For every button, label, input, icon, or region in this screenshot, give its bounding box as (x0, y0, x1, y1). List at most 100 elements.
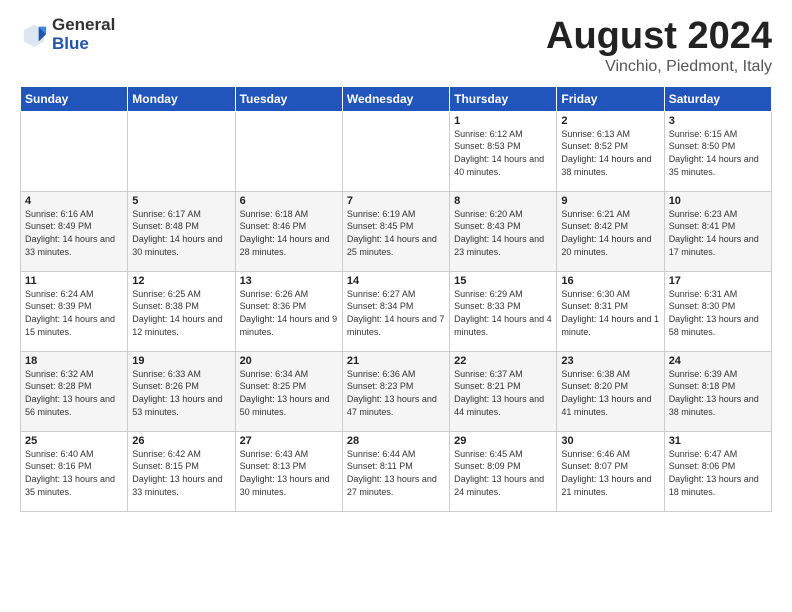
calendar-day-header-sunday: Sunday (21, 86, 128, 111)
calendar-cell: 6Sunrise: 6:18 AM Sunset: 8:46 PM Daylig… (235, 191, 342, 271)
cell-content: Sunrise: 6:45 AM Sunset: 8:09 PM Dayligh… (454, 448, 552, 498)
day-number: 12 (132, 275, 230, 287)
cell-content: Sunrise: 6:42 AM Sunset: 8:15 PM Dayligh… (132, 448, 230, 498)
day-number: 9 (561, 195, 659, 207)
day-number: 4 (25, 195, 123, 207)
logo: General Blue (20, 16, 115, 53)
cell-content: Sunrise: 6:19 AM Sunset: 8:45 PM Dayligh… (347, 208, 445, 258)
cell-content: Sunrise: 6:13 AM Sunset: 8:52 PM Dayligh… (561, 128, 659, 178)
cell-content: Sunrise: 6:21 AM Sunset: 8:42 PM Dayligh… (561, 208, 659, 258)
calendar-cell: 15Sunrise: 6:29 AM Sunset: 8:33 PM Dayli… (450, 271, 557, 351)
day-number: 22 (454, 355, 552, 367)
cell-content: Sunrise: 6:16 AM Sunset: 8:49 PM Dayligh… (25, 208, 123, 258)
day-number: 20 (240, 355, 338, 367)
calendar-header-row: SundayMondayTuesdayWednesdayThursdayFrid… (21, 86, 772, 111)
day-number: 1 (454, 115, 552, 127)
calendar-cell: 20Sunrise: 6:34 AM Sunset: 8:25 PM Dayli… (235, 351, 342, 431)
day-number: 16 (561, 275, 659, 287)
day-number: 13 (240, 275, 338, 287)
calendar-week-row: 11Sunrise: 6:24 AM Sunset: 8:39 PM Dayli… (21, 271, 772, 351)
calendar-week-row: 1Sunrise: 6:12 AM Sunset: 8:53 PM Daylig… (21, 111, 772, 191)
calendar-cell: 11Sunrise: 6:24 AM Sunset: 8:39 PM Dayli… (21, 271, 128, 351)
calendar-week-row: 4Sunrise: 6:16 AM Sunset: 8:49 PM Daylig… (21, 191, 772, 271)
calendar-cell: 29Sunrise: 6:45 AM Sunset: 8:09 PM Dayli… (450, 431, 557, 511)
day-number: 8 (454, 195, 552, 207)
page: General Blue August 2024 Vinchio, Piedmo… (0, 0, 792, 522)
cell-content: Sunrise: 6:17 AM Sunset: 8:48 PM Dayligh… (132, 208, 230, 258)
day-number: 11 (25, 275, 123, 287)
day-number: 17 (669, 275, 767, 287)
day-number: 15 (454, 275, 552, 287)
day-number: 27 (240, 435, 338, 447)
calendar-day-header-tuesday: Tuesday (235, 86, 342, 111)
calendar-cell: 23Sunrise: 6:38 AM Sunset: 8:20 PM Dayli… (557, 351, 664, 431)
day-number: 3 (669, 115, 767, 127)
day-number: 2 (561, 115, 659, 127)
cell-content: Sunrise: 6:25 AM Sunset: 8:38 PM Dayligh… (132, 288, 230, 338)
cell-content: Sunrise: 6:20 AM Sunset: 8:43 PM Dayligh… (454, 208, 552, 258)
calendar-cell: 28Sunrise: 6:44 AM Sunset: 8:11 PM Dayli… (342, 431, 449, 511)
location-subtitle: Vinchio, Piedmont, Italy (546, 58, 772, 76)
calendar-cell: 31Sunrise: 6:47 AM Sunset: 8:06 PM Dayli… (664, 431, 771, 511)
calendar-cell: 17Sunrise: 6:31 AM Sunset: 8:30 PM Dayli… (664, 271, 771, 351)
calendar-week-row: 25Sunrise: 6:40 AM Sunset: 8:16 PM Dayli… (21, 431, 772, 511)
day-number: 18 (25, 355, 123, 367)
calendar-cell: 13Sunrise: 6:26 AM Sunset: 8:36 PM Dayli… (235, 271, 342, 351)
cell-content: Sunrise: 6:34 AM Sunset: 8:25 PM Dayligh… (240, 368, 338, 418)
calendar-day-header-thursday: Thursday (450, 86, 557, 111)
calendar-cell: 5Sunrise: 6:17 AM Sunset: 8:48 PM Daylig… (128, 191, 235, 271)
cell-content: Sunrise: 6:43 AM Sunset: 8:13 PM Dayligh… (240, 448, 338, 498)
calendar-week-row: 18Sunrise: 6:32 AM Sunset: 8:28 PM Dayli… (21, 351, 772, 431)
calendar-cell (21, 111, 128, 191)
calendar-cell: 4Sunrise: 6:16 AM Sunset: 8:49 PM Daylig… (21, 191, 128, 271)
calendar-cell: 24Sunrise: 6:39 AM Sunset: 8:18 PM Dayli… (664, 351, 771, 431)
cell-content: Sunrise: 6:31 AM Sunset: 8:30 PM Dayligh… (669, 288, 767, 338)
calendar-cell: 7Sunrise: 6:19 AM Sunset: 8:45 PM Daylig… (342, 191, 449, 271)
calendar-day-header-friday: Friday (557, 86, 664, 111)
calendar-cell: 1Sunrise: 6:12 AM Sunset: 8:53 PM Daylig… (450, 111, 557, 191)
calendar-cell: 12Sunrise: 6:25 AM Sunset: 8:38 PM Dayli… (128, 271, 235, 351)
calendar-cell: 2Sunrise: 6:13 AM Sunset: 8:52 PM Daylig… (557, 111, 664, 191)
logo-text: General Blue (52, 16, 115, 53)
cell-content: Sunrise: 6:44 AM Sunset: 8:11 PM Dayligh… (347, 448, 445, 498)
calendar-day-header-saturday: Saturday (664, 86, 771, 111)
logo-general-text: General (52, 16, 115, 35)
calendar-cell: 18Sunrise: 6:32 AM Sunset: 8:28 PM Dayli… (21, 351, 128, 431)
title-block: August 2024 Vinchio, Piedmont, Italy (546, 16, 772, 76)
cell-content: Sunrise: 6:24 AM Sunset: 8:39 PM Dayligh… (25, 288, 123, 338)
calendar-cell: 21Sunrise: 6:36 AM Sunset: 8:23 PM Dayli… (342, 351, 449, 431)
calendar-cell: 16Sunrise: 6:30 AM Sunset: 8:31 PM Dayli… (557, 271, 664, 351)
cell-content: Sunrise: 6:27 AM Sunset: 8:34 PM Dayligh… (347, 288, 445, 338)
calendar-day-header-monday: Monday (128, 86, 235, 111)
cell-content: Sunrise: 6:46 AM Sunset: 8:07 PM Dayligh… (561, 448, 659, 498)
day-number: 25 (25, 435, 123, 447)
cell-content: Sunrise: 6:37 AM Sunset: 8:21 PM Dayligh… (454, 368, 552, 418)
cell-content: Sunrise: 6:39 AM Sunset: 8:18 PM Dayligh… (669, 368, 767, 418)
calendar-cell: 26Sunrise: 6:42 AM Sunset: 8:15 PM Dayli… (128, 431, 235, 511)
day-number: 30 (561, 435, 659, 447)
cell-content: Sunrise: 6:23 AM Sunset: 8:41 PM Dayligh… (669, 208, 767, 258)
calendar-cell: 3Sunrise: 6:15 AM Sunset: 8:50 PM Daylig… (664, 111, 771, 191)
header: General Blue August 2024 Vinchio, Piedmo… (20, 16, 772, 76)
day-number: 28 (347, 435, 445, 447)
day-number: 23 (561, 355, 659, 367)
cell-content: Sunrise: 6:33 AM Sunset: 8:26 PM Dayligh… (132, 368, 230, 418)
day-number: 26 (132, 435, 230, 447)
calendar-cell: 10Sunrise: 6:23 AM Sunset: 8:41 PM Dayli… (664, 191, 771, 271)
day-number: 21 (347, 355, 445, 367)
day-number: 10 (669, 195, 767, 207)
calendar-cell: 27Sunrise: 6:43 AM Sunset: 8:13 PM Dayli… (235, 431, 342, 511)
cell-content: Sunrise: 6:26 AM Sunset: 8:36 PM Dayligh… (240, 288, 338, 338)
calendar-day-header-wednesday: Wednesday (342, 86, 449, 111)
cell-content: Sunrise: 6:38 AM Sunset: 8:20 PM Dayligh… (561, 368, 659, 418)
day-number: 24 (669, 355, 767, 367)
calendar-cell: 9Sunrise: 6:21 AM Sunset: 8:42 PM Daylig… (557, 191, 664, 271)
calendar-cell: 25Sunrise: 6:40 AM Sunset: 8:16 PM Dayli… (21, 431, 128, 511)
calendar-cell (235, 111, 342, 191)
cell-content: Sunrise: 6:18 AM Sunset: 8:46 PM Dayligh… (240, 208, 338, 258)
day-number: 29 (454, 435, 552, 447)
cell-content: Sunrise: 6:32 AM Sunset: 8:28 PM Dayligh… (25, 368, 123, 418)
calendar-cell: 19Sunrise: 6:33 AM Sunset: 8:26 PM Dayli… (128, 351, 235, 431)
day-number: 19 (132, 355, 230, 367)
calendar-cell: 22Sunrise: 6:37 AM Sunset: 8:21 PM Dayli… (450, 351, 557, 431)
